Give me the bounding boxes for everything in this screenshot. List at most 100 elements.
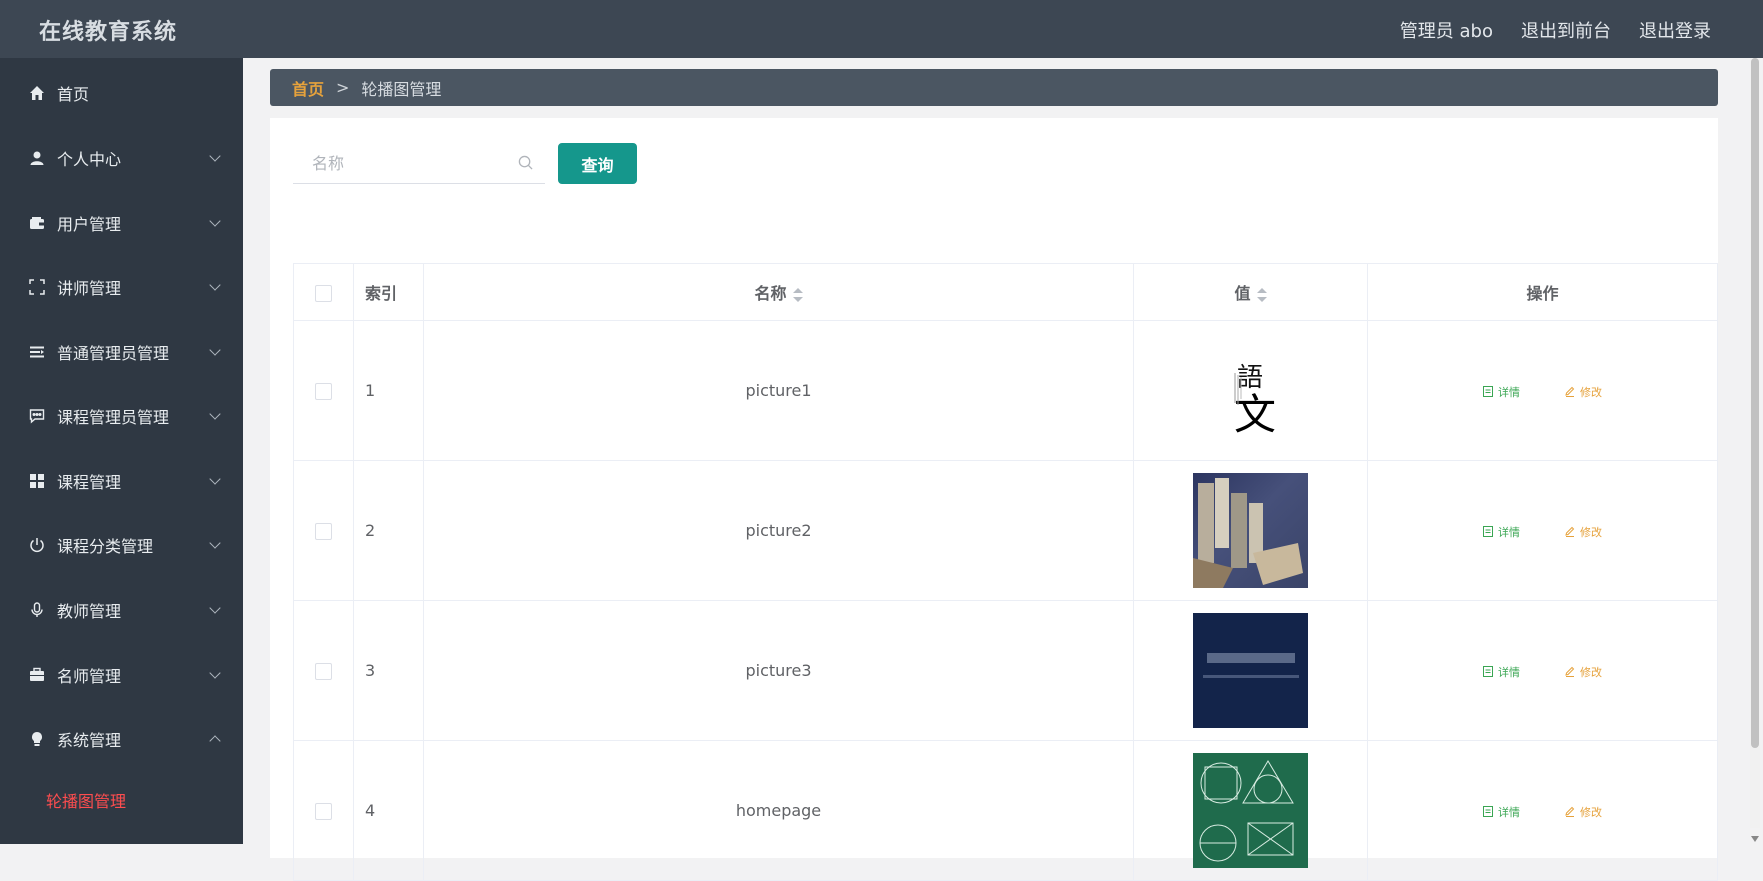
table-row: 1 picture1 語 文 详情 修改	[293, 320, 1718, 461]
scroll-down-arrow-icon[interactable]	[1751, 836, 1759, 842]
pencil-icon	[1565, 526, 1575, 540]
exit-to-frontend-link[interactable]: 退出到前台	[1521, 17, 1611, 43]
sidebar-item-teacher-management[interactable]: 教师管理	[0, 583, 243, 637]
row-checkbox[interactable]	[315, 803, 332, 820]
logout-link[interactable]: 退出登录	[1639, 17, 1711, 43]
sidebar-item-label: 普通管理员管理	[57, 344, 170, 363]
top-header: 在线教育系统 管理员 abo 退出到前台 退出登录	[0, 0, 1763, 58]
column-header-name[interactable]: 名称	[423, 263, 1134, 321]
sidebar-item-course-management[interactable]: 课程管理	[0, 454, 243, 508]
row-checkbox[interactable]	[315, 523, 332, 540]
column-header-operations: 操作	[1367, 263, 1718, 321]
column-header-name-label: 名称	[754, 284, 787, 303]
search-input[interactable]	[310, 152, 524, 174]
detail-label: 详情	[1497, 806, 1520, 819]
microphone-icon	[27, 600, 47, 620]
sidebar-subitem-carousel-management[interactable]: 轮播图管理	[46, 788, 126, 812]
chat-icon	[27, 406, 47, 426]
search-icon[interactable]	[518, 155, 533, 174]
row-checkbox[interactable]	[315, 663, 332, 680]
table-header-row: 索引 名称 值 操作	[293, 263, 1718, 321]
row-select-cell	[293, 320, 354, 461]
row-value	[1133, 740, 1368, 881]
select-all-cell	[293, 263, 354, 321]
row-index: 3	[353, 600, 424, 741]
sidebar-item-user-management[interactable]: 用户管理	[0, 196, 243, 250]
dark-blue-banner-image[interactable]	[1193, 613, 1308, 728]
row-select-cell	[293, 600, 354, 741]
sidebar-item-label: 名师管理	[57, 667, 122, 686]
chalkboard-geometry-image[interactable]	[1193, 753, 1308, 868]
edit-button[interactable]: 修改	[1565, 666, 1602, 679]
pencil-icon	[1565, 666, 1575, 680]
sort-icon[interactable]	[792, 287, 803, 302]
sidebar-item-label: 系统管理	[57, 731, 122, 750]
detail-button[interactable]: 详情	[1482, 806, 1520, 820]
content-panel: 查询 索引 名称 值 操作 1 picture1	[270, 118, 1718, 881]
document-icon	[1482, 386, 1493, 400]
sort-icon[interactable]	[1256, 287, 1267, 302]
bulb-icon	[27, 729, 47, 749]
briefcase-icon	[27, 665, 47, 685]
breadcrumb-separator: >	[336, 78, 350, 97]
document-icon	[1482, 806, 1493, 820]
row-value	[1133, 460, 1368, 601]
grid-icon	[27, 471, 47, 491]
edit-button[interactable]: 修改	[1565, 806, 1602, 819]
detail-label: 详情	[1497, 526, 1520, 539]
row-checkbox[interactable]	[315, 383, 332, 400]
chevron-down-icon	[209, 602, 221, 614]
row-value: 語 文	[1133, 320, 1368, 461]
detail-label: 详情	[1497, 386, 1520, 399]
svg-text:文: 文	[1234, 390, 1276, 439]
chevron-down-icon	[209, 408, 221, 420]
scrollbar-thumb[interactable]	[1751, 58, 1759, 748]
edit-button[interactable]: 修改	[1565, 526, 1602, 539]
edit-button[interactable]: 修改	[1565, 386, 1602, 399]
user-icon	[27, 148, 47, 168]
row-select-cell	[293, 740, 354, 881]
table-row: 3 picture3 详情 修改	[293, 600, 1718, 741]
chinese-calligraphy-image[interactable]: 語 文	[1193, 333, 1308, 448]
sidebar-item-lecturer-management[interactable]: 讲师管理	[0, 260, 243, 314]
sidebar-item-label: 讲师管理	[57, 279, 122, 298]
select-all-checkbox[interactable]	[315, 284, 332, 302]
query-button[interactable]: 查询	[558, 143, 637, 184]
main-content: 首页 > 轮播图管理 查询 索引 名称 值 操作 1	[243, 58, 1748, 881]
detail-button[interactable]: 详情	[1482, 666, 1520, 679]
table-row: 2 picture2 详情 修改	[293, 460, 1718, 601]
books-image[interactable]	[1193, 473, 1308, 588]
chevron-down-icon	[209, 667, 221, 679]
sidebar-item-admin-management[interactable]: 普通管理员管理	[0, 325, 243, 379]
home-icon	[27, 83, 47, 103]
edit-label: 修改	[1580, 386, 1603, 399]
table-row: 4 homepage 详情 修改	[293, 740, 1718, 881]
column-header-value-label: 值	[1234, 284, 1251, 303]
column-header-value[interactable]: 值	[1133, 263, 1368, 321]
chevron-down-icon	[209, 215, 221, 227]
sidebar-item-label: 首页	[57, 85, 90, 104]
sidebar-item-famous-teacher-management[interactable]: 名师管理	[0, 648, 243, 702]
sidebar-item-label: 个人中心	[57, 150, 122, 169]
row-operations: 详情 修改	[1367, 460, 1718, 601]
sidebar-item-personal-center[interactable]: 个人中心	[0, 131, 243, 185]
row-operations: 详情 修改	[1367, 320, 1718, 461]
page-scrollbar[interactable]	[1750, 58, 1760, 828]
search-box	[293, 143, 545, 184]
sidebar-item-system-management[interactable]: 系统管理	[0, 712, 243, 766]
admin-user-link[interactable]: 管理员 abo	[1400, 17, 1493, 43]
breadcrumb: 首页 > 轮播图管理	[270, 69, 1718, 106]
pencil-icon	[1565, 806, 1575, 820]
detail-button[interactable]: 详情	[1482, 386, 1520, 400]
row-index: 2	[353, 460, 424, 601]
carousel-table: 索引 名称 值 操作 1 picture1 語 文 详情 修改 2 pictur…	[293, 263, 1718, 881]
sidebar-item-label: 课程管理员管理	[57, 408, 170, 427]
sidebar-item-course-admin-management[interactable]: 课程管理员管理	[0, 389, 243, 443]
sidebar-item-course-category-management[interactable]: 课程分类管理	[0, 518, 243, 572]
breadcrumb-current: 轮播图管理	[361, 79, 442, 99]
power-icon	[27, 535, 47, 555]
header-links: 管理员 abo 退出到前台 退出登录	[1400, 17, 1711, 43]
sidebar-item-home[interactable]: 首页	[0, 66, 243, 120]
breadcrumb-home[interactable]: 首页	[292, 76, 324, 100]
detail-button[interactable]: 详情	[1482, 526, 1520, 539]
